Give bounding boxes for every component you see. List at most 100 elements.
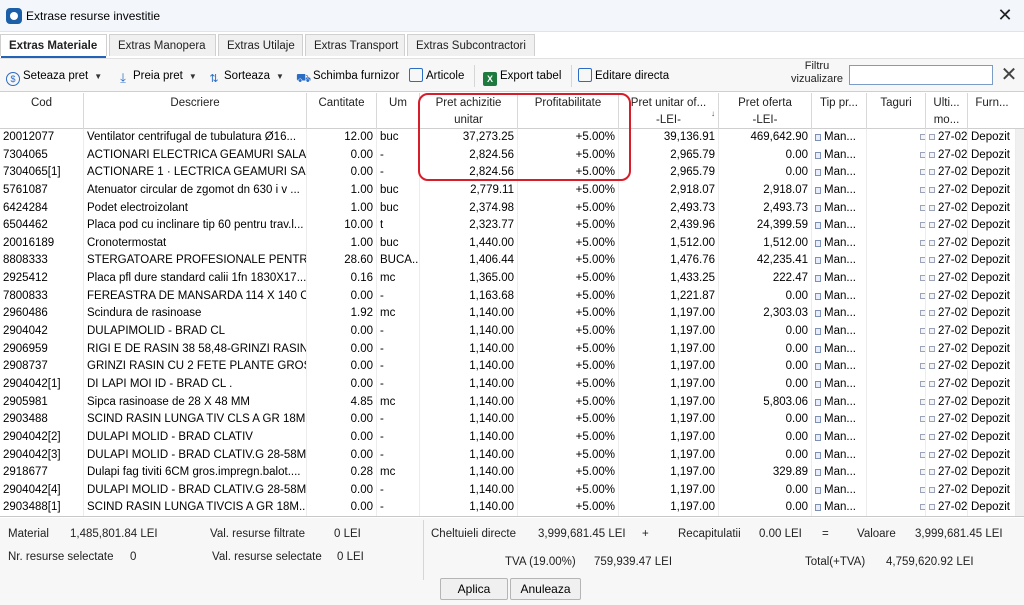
cell-pret-achizitie[interactable]: 1,406.44 bbox=[420, 252, 518, 271]
cell-um[interactable]: mc bbox=[377, 270, 420, 288]
cell-furnizor[interactable]: Depozit bbox=[968, 446, 1016, 465]
table-row[interactable]: 8808333 STERGATOARE PROFESIONALE PENTRU P… bbox=[0, 252, 1024, 271]
cell-furnizor[interactable]: Depozit bbox=[968, 499, 1016, 516]
cell-pret-oferta[interactable]: 0.00 bbox=[719, 375, 812, 394]
cell-tip-pret[interactable]: Man... bbox=[812, 234, 867, 253]
cell-profitabilitate[interactable]: +5.00% bbox=[518, 181, 619, 200]
cell-um[interactable]: - bbox=[377, 428, 420, 447]
cell-pret-unitar[interactable]: 1,197.00 bbox=[619, 481, 719, 500]
cell-cod[interactable]: 6504462 bbox=[0, 217, 84, 235]
cell-tip-pret[interactable]: Man... bbox=[812, 481, 867, 500]
cell-cod[interactable]: 2904042[3] bbox=[0, 446, 84, 465]
cell-ultima[interactable]: 27-02... bbox=[926, 287, 968, 306]
cell-descriere[interactable]: DI LAPI MOI ID - BRAD CL . bbox=[84, 375, 307, 394]
cell-ultima[interactable]: 27-02... bbox=[926, 270, 968, 288]
cell-descriere[interactable]: DULAPI MOLID - BRAD CLATIV.G 28-58M... bbox=[84, 481, 307, 500]
cell-profitabilitate[interactable]: +5.00% bbox=[518, 358, 619, 376]
column-header-cantitate[interactable]: Cantitate bbox=[307, 93, 377, 129]
cell-cod[interactable]: 2960486 bbox=[0, 305, 84, 324]
cell-um[interactable]: t bbox=[377, 217, 420, 235]
cell-descriere[interactable]: Ventilator centrifugal de tubulatura Ø16… bbox=[84, 129, 307, 147]
cell-pret-achizitie[interactable]: 1,440.00 bbox=[420, 234, 518, 253]
aplica-button[interactable]: Aplica bbox=[440, 578, 508, 600]
cell-um[interactable]: - bbox=[377, 146, 420, 165]
cell-cantitate[interactable]: 0.28 bbox=[307, 464, 377, 482]
tab-extras-materiale[interactable]: Extras Materiale bbox=[0, 34, 107, 58]
column-header-um[interactable]: Um bbox=[377, 93, 420, 129]
cell-taguri[interactable] bbox=[867, 234, 926, 253]
cell-descriere[interactable]: DULAPI MOLID - BRAD CLATIV bbox=[84, 428, 307, 447]
cell-profitabilitate[interactable]: +5.00% bbox=[518, 411, 619, 429]
cell-cantitate[interactable]: 0.00 bbox=[307, 411, 377, 429]
cell-profitabilitate[interactable]: +5.00% bbox=[518, 464, 619, 482]
cell-taguri[interactable] bbox=[867, 181, 926, 200]
cell-cantitate[interactable]: 0.00 bbox=[307, 499, 377, 516]
cell-profitabilitate[interactable]: +5.00% bbox=[518, 252, 619, 271]
table-row[interactable]: 2918677 Dulapi fag tiviti 6CM gros.impreg… bbox=[0, 464, 1024, 482]
cell-um[interactable]: - bbox=[377, 411, 420, 429]
cell-furnizor[interactable]: Depozit bbox=[968, 199, 1016, 218]
cell-ultima[interactable]: 27-02... bbox=[926, 499, 968, 516]
cell-cantitate[interactable]: 1.00 bbox=[307, 234, 377, 253]
cell-tip-pret[interactable]: Man... bbox=[812, 499, 867, 516]
cell-taguri[interactable] bbox=[867, 252, 926, 271]
cell-furnizor[interactable]: Depozit bbox=[968, 481, 1016, 500]
cell-furnizor[interactable]: Depozit bbox=[968, 252, 1016, 271]
cell-pret-unitar[interactable]: 1,221.87 bbox=[619, 287, 719, 306]
cell-descriere[interactable]: GRINZI RASIN CU 2 FETE PLANTE GROS-... bbox=[84, 358, 307, 376]
cell-descriere[interactable]: ACTIONARI ELECTRICA GEAMURI SALA S... bbox=[84, 146, 307, 165]
close-icon[interactable]: ✕ bbox=[994, 4, 1016, 26]
cell-descriere[interactable]: Sipca rasinoase de 28 X 48 MM bbox=[84, 393, 307, 412]
tab-extras-manopera[interactable]: Extras Manopera bbox=[109, 34, 216, 56]
cell-profitabilitate[interactable]: +5.00% bbox=[518, 164, 619, 182]
cell-furnizor[interactable]: Depozit bbox=[968, 217, 1016, 235]
cell-furnizor[interactable]: Depozit bbox=[968, 270, 1016, 288]
cell-cantitate[interactable]: 0.00 bbox=[307, 287, 377, 306]
cell-pret-unitar[interactable]: 2,439.96 bbox=[619, 217, 719, 235]
cell-tip-pret[interactable]: Man... bbox=[812, 305, 867, 324]
cell-ultima[interactable]: 27-02... bbox=[926, 464, 968, 482]
cell-pret-achizitie[interactable]: 1,140.00 bbox=[420, 340, 518, 359]
cell-profitabilitate[interactable]: +5.00% bbox=[518, 129, 619, 147]
cell-pret-achizitie[interactable]: 1,140.00 bbox=[420, 305, 518, 324]
cell-pret-achizitie[interactable]: 37,273.25 bbox=[420, 129, 518, 147]
cell-pret-oferta[interactable]: 24,399.59 bbox=[719, 217, 812, 235]
cell-pret-oferta[interactable]: 0.00 bbox=[719, 287, 812, 306]
cell-cantitate[interactable]: 1.00 bbox=[307, 199, 377, 218]
cell-cod[interactable]: 2906959 bbox=[0, 340, 84, 359]
cell-taguri[interactable] bbox=[867, 340, 926, 359]
cell-cod[interactable]: 5761087 bbox=[0, 181, 84, 200]
table-row[interactable]: 6504462 Placa pod cu inclinare tip 60 pen… bbox=[0, 217, 1024, 235]
cell-descriere[interactable]: Dulapi fag tiviti 6CM gros.impregn.balot… bbox=[84, 464, 307, 482]
cell-cantitate[interactable]: 12.00 bbox=[307, 129, 377, 147]
cell-taguri[interactable] bbox=[867, 375, 926, 394]
cell-tip-pret[interactable]: Man... bbox=[812, 428, 867, 447]
cell-pret-achizitie[interactable]: 1,140.00 bbox=[420, 464, 518, 482]
tab-extras-transport[interactable]: Extras Transport bbox=[305, 34, 405, 56]
cell-pret-oferta[interactable]: 2,918.07 bbox=[719, 181, 812, 200]
cell-tip-pret[interactable]: Man... bbox=[812, 287, 867, 306]
cell-cantitate[interactable]: 0.00 bbox=[307, 146, 377, 165]
cell-profitabilitate[interactable]: +5.00% bbox=[518, 217, 619, 235]
cell-descriere[interactable]: Atenuator circular de zgomot dn 630 i v … bbox=[84, 181, 307, 200]
cell-taguri[interactable] bbox=[867, 164, 926, 182]
cell-cantitate[interactable]: 0.00 bbox=[307, 164, 377, 182]
cell-pret-oferta[interactable]: 2,303.03 bbox=[719, 305, 812, 324]
cell-cod[interactable]: 2908737 bbox=[0, 358, 84, 376]
cell-cod[interactable]: 2903488[1] bbox=[0, 499, 84, 516]
cell-cantitate[interactable]: 0.00 bbox=[307, 340, 377, 359]
cell-taguri[interactable] bbox=[867, 411, 926, 429]
cell-descriere[interactable]: FEREASTRA DE MANSARDA 114 X 140 C... bbox=[84, 287, 307, 306]
cell-ultima[interactable]: 27-02... bbox=[926, 393, 968, 412]
cell-cantitate[interactable]: 4.85 bbox=[307, 393, 377, 412]
cell-tip-pret[interactable]: Man... bbox=[812, 199, 867, 218]
cell-um[interactable]: - bbox=[377, 340, 420, 359]
cell-tip-pret[interactable]: Man... bbox=[812, 340, 867, 359]
cell-um[interactable]: BUCA... bbox=[377, 252, 420, 271]
cell-profitabilitate[interactable]: +5.00% bbox=[518, 323, 619, 341]
cell-furnizor[interactable]: Depozit bbox=[968, 287, 1016, 306]
cell-pret-oferta[interactable]: 0.00 bbox=[719, 481, 812, 500]
cell-cod[interactable]: 20016189 bbox=[0, 234, 84, 253]
cell-pret-unitar[interactable]: 1,476.76 bbox=[619, 252, 719, 271]
cell-furnizor[interactable]: Depozit bbox=[968, 164, 1016, 182]
